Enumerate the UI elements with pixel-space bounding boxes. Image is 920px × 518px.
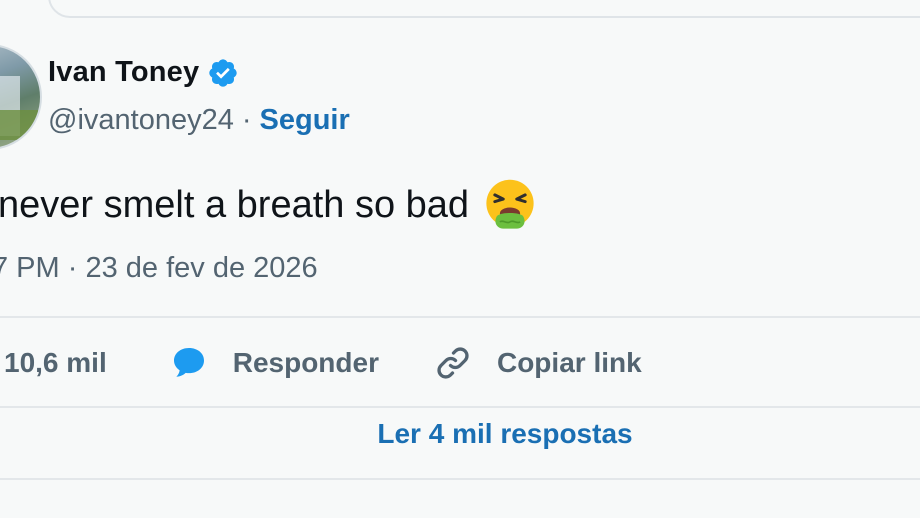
author-name-row: Ivan Toney	[48, 56, 239, 89]
read-replies-link[interactable]: Ler 4 mil respostas	[0, 418, 920, 450]
copy-link-button[interactable]: Copiar link	[433, 343, 642, 383]
tweet-text-row: never smelt a breath so bad	[0, 178, 537, 232]
separator-dot: ·	[241, 104, 252, 136]
author-handle[interactable]: @ivantoney24	[48, 104, 234, 137]
tweet-text: never smelt a breath so bad	[0, 183, 470, 226]
author-avatar[interactable]	[0, 44, 42, 150]
reply-label: Responder	[232, 347, 379, 378]
verified-badge-icon	[209, 58, 238, 87]
follow-button[interactable]: Seguir	[260, 104, 350, 137]
divider-middle	[0, 406, 920, 408]
tweet-embed: Ivan Toney @ivantoney24 · Seguir never s…	[0, 0, 920, 518]
author-display-name[interactable]: Ivan Toney	[48, 56, 199, 89]
action-bar: 10,6 mil Responder Copiar link	[0, 334, 642, 392]
link-icon	[437, 347, 469, 379]
copy-link-label: Copiar link	[496, 347, 642, 378]
face-vomiting-emoji-icon	[486, 179, 534, 229]
tweet-timestamp[interactable]: 7 PM · 23 de fev de 2026	[0, 252, 318, 285]
divider-bottom	[0, 478, 920, 480]
divider-top	[0, 316, 920, 318]
author-handle-row: @ivantoney24 · Seguir	[48, 104, 350, 137]
like-count[interactable]: 10,6 mil	[4, 347, 107, 379]
quoted-card-edge	[48, 0, 920, 18]
speech-bubble-icon	[173, 348, 204, 377]
reply-button[interactable]: Responder	[169, 343, 379, 383]
